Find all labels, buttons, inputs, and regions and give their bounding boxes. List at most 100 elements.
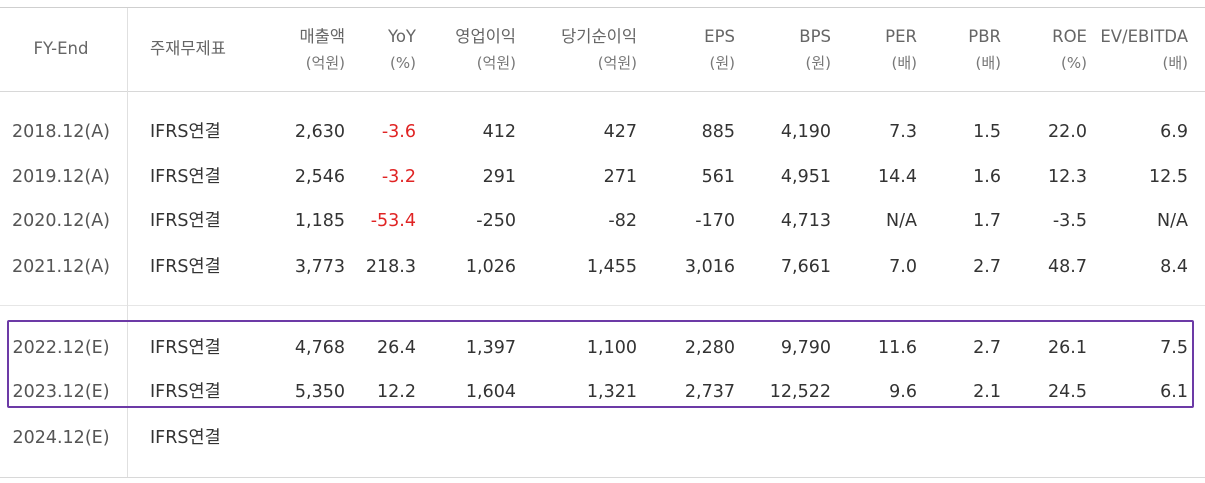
header-unit: (억원): [476, 54, 516, 72]
header-divider: [0, 91, 1205, 92]
header-pbr: PBR (배): [968, 24, 1001, 76]
cell-revenue: 2,546: [294, 167, 345, 187]
header-label: 매출액: [299, 27, 345, 46]
cell-main-statement: IFRS연결: [150, 122, 221, 142]
header-unit: (억원): [305, 54, 345, 72]
cell-ev-ebitda: 7.5: [1160, 338, 1188, 358]
header-label: 영업이익: [455, 27, 516, 46]
cell-per: 7.3: [889, 122, 917, 142]
cell-roe: 48.7: [1048, 257, 1087, 277]
cell-net-income: 1,321: [586, 382, 637, 402]
cell-eps: 3,016: [684, 257, 735, 277]
cell-roe: -3.5: [1052, 211, 1087, 231]
cell-ev-ebitda: 8.4: [1160, 257, 1188, 277]
header-label: 주재무제표: [150, 39, 226, 58]
cell-per: N/A: [886, 211, 917, 231]
cell-bps: 4,713: [780, 211, 831, 231]
cell-ev-ebitda: N/A: [1157, 211, 1188, 231]
cell-operating-profit: 412: [482, 122, 516, 142]
cell-operating-profit: 291: [482, 167, 516, 187]
cell-net-income: 1,455: [586, 257, 637, 277]
cell-bps: 4,951: [780, 167, 831, 187]
cell-per: 7.0: [889, 257, 917, 277]
cell-main-statement: IFRS연결: [150, 338, 221, 358]
cell-revenue: 5,350: [294, 382, 345, 402]
cell-yoy: 12.2: [377, 382, 416, 402]
header-operating-profit: 영업이익 (억원): [455, 24, 516, 76]
header-label: PER: [885, 27, 917, 46]
cell-main-statement: IFRS연결: [150, 382, 221, 402]
cell-fy-end: 2022.12(E): [12, 338, 110, 358]
header-roe: ROE (%): [1052, 24, 1087, 76]
header-per: PER (배): [885, 24, 917, 76]
header-unit: (배): [975, 54, 1001, 72]
financial-summary-table: FY-End 주재무제표 매출액 (억원) YoY (%) 영업이익 (억원) 당기순이익 (억원…: [0, 0, 1205, 483]
cell-bps: 4,190: [780, 122, 831, 142]
cell-yoy: -53.4: [370, 211, 416, 231]
cell-yoy: 218.3: [365, 257, 416, 277]
cell-net-income: -82: [608, 211, 637, 231]
cell-fy-end: 2018.12(A): [12, 122, 110, 142]
cell-fy-end: 2021.12(A): [12, 257, 110, 277]
cell-bps: 12,522: [769, 382, 831, 402]
header-unit: (원): [709, 54, 735, 72]
cell-pbr: 2.7: [973, 257, 1001, 277]
header-unit: (%): [390, 54, 416, 72]
cell-eps: -170: [695, 211, 735, 231]
cell-main-statement: IFRS연결: [150, 428, 221, 448]
header-net-income: 당기순이익 (억원): [561, 24, 637, 76]
cell-eps: 561: [701, 167, 735, 187]
cell-roe: 12.3: [1048, 167, 1087, 187]
cell-roe: 22.0: [1048, 122, 1087, 142]
cell-pbr: 1.5: [973, 122, 1001, 142]
cell-fy-end: 2019.12(A): [12, 167, 110, 187]
header-label: EPS: [704, 27, 735, 46]
cell-pbr: 1.6: [973, 167, 1001, 187]
cell-yoy: 26.4: [377, 338, 416, 358]
header-bps: BPS (원): [799, 24, 831, 76]
cell-yoy: -3.2: [381, 167, 416, 187]
cell-per: 14.4: [878, 167, 917, 187]
cell-operating-profit: 1,026: [465, 257, 516, 277]
header-unit: (배): [1162, 54, 1188, 72]
cell-operating-profit: 1,397: [465, 338, 516, 358]
header-label: BPS: [799, 27, 831, 46]
cell-net-income: 427: [603, 122, 637, 142]
header-eps: EPS (원): [704, 24, 735, 76]
header-yoy: YoY (%): [388, 24, 416, 76]
cell-per: 11.6: [878, 338, 917, 358]
cell-net-income: 1,100: [586, 338, 637, 358]
header-label: ROE: [1052, 27, 1087, 46]
cell-pbr: 1.7: [973, 211, 1001, 231]
header-main-statement: 주재무제표: [150, 36, 226, 62]
cell-revenue: 3,773: [294, 257, 345, 277]
header-unit: (배): [891, 54, 917, 72]
table-bottom-border: [0, 477, 1205, 478]
cell-main-statement: IFRS연결: [150, 211, 221, 231]
cell-ev-ebitda: 6.1: [1160, 382, 1188, 402]
cell-fy-end: 2024.12(E): [12, 428, 110, 448]
cell-bps: 9,790: [780, 338, 831, 358]
cell-net-income: 271: [603, 167, 637, 187]
cell-bps: 7,661: [780, 257, 831, 277]
cell-pbr: 2.1: [973, 382, 1001, 402]
cell-main-statement: IFRS연결: [150, 257, 221, 277]
cell-roe: 26.1: [1048, 338, 1087, 358]
table-top-border: [0, 7, 1205, 8]
header-label: EV/EBITDA: [1100, 27, 1188, 46]
cell-operating-profit: -250: [476, 211, 516, 231]
cell-ev-ebitda: 12.5: [1149, 167, 1188, 187]
cell-revenue: 4,768: [294, 338, 345, 358]
cell-per: 9.6: [889, 382, 917, 402]
header-ev-ebitda: EV/EBITDA (배): [1100, 24, 1188, 76]
header-label: FY-End: [33, 39, 89, 58]
cell-yoy: -3.6: [381, 122, 416, 142]
header-label: YoY: [387, 27, 416, 46]
cell-revenue: 1,185: [294, 211, 345, 231]
cell-eps: 885: [701, 122, 735, 142]
header-label: 당기순이익: [561, 27, 637, 46]
header-unit: (%): [1061, 54, 1087, 72]
cell-ev-ebitda: 6.9: [1160, 122, 1188, 142]
header-unit: (원): [805, 54, 831, 72]
header-label: PBR: [968, 27, 1001, 46]
